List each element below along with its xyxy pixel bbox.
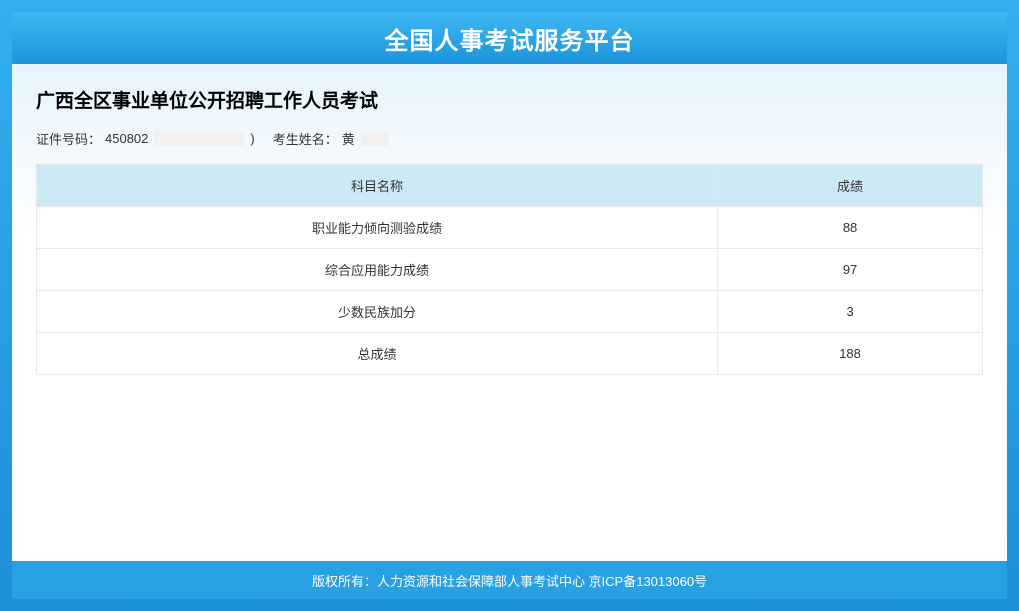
footer-copyright: 版权所有：人力资源和社会保障部人事考试中心 京ICP备13013060号 — [312, 571, 707, 590]
table-row: 少数民族加分 3 — [37, 291, 983, 333]
outer-frame: 全国人事考试服务平台 广西全区事业单位公开招聘工作人员考试 证件号码： 4508… — [0, 0, 1019, 611]
main-content-block: 广西全区事业单位公开招聘工作人员考试 证件号码： 450802 ) 考生姓名： … — [12, 64, 1007, 561]
id-value-suffix: ) — [250, 131, 254, 146]
footer-bar: 版权所有：人力资源和社会保障部人事考试中心 京ICP备13013060号 — [12, 561, 1007, 599]
name-redacted — [361, 131, 389, 146]
header-subject: 科目名称 — [37, 165, 718, 207]
table-header-row: 科目名称 成绩 — [37, 165, 983, 207]
layout-wrapper: 全国人事考试服务平台 广西全区事业单位公开招聘工作人员考试 证件号码： 4508… — [12, 12, 1007, 599]
content-area: 广西全区事业单位公开招聘工作人员考试 证件号码： 450802 ) 考生姓名： … — [12, 64, 1007, 561]
candidate-info-row: 证件号码： 450802 ) 考生姓名： 黄 — [12, 129, 1007, 164]
cell-subject: 综合应用能力成绩 — [37, 249, 718, 291]
score-table: 科目名称 成绩 职业能力倾向测验成绩 88 综合应用能力成绩 97 — [36, 164, 983, 375]
table-row: 综合应用能力成绩 97 — [37, 249, 983, 291]
id-redacted — [154, 131, 244, 146]
cell-score: 3 — [718, 291, 983, 333]
table-row: 职业能力倾向测验成绩 88 — [37, 207, 983, 249]
header-score: 成绩 — [718, 165, 983, 207]
header-banner: 全国人事考试服务平台 — [12, 12, 1007, 64]
cell-subject: 职业能力倾向测验成绩 — [37, 207, 718, 249]
id-label: 证件号码： — [36, 129, 101, 148]
site-title: 全国人事考试服务平台 — [385, 21, 635, 56]
cell-score: 188 — [718, 333, 983, 375]
cell-subject: 少数民族加分 — [37, 291, 718, 333]
name-value: 黄 — [342, 129, 355, 148]
cell-score: 97 — [718, 249, 983, 291]
cell-subject: 总成绩 — [37, 333, 718, 375]
name-label: 考生姓名： — [273, 129, 338, 148]
table-row: 总成绩 188 — [37, 333, 983, 375]
id-value-prefix: 450802 — [105, 131, 148, 146]
exam-title: 广西全区事业单位公开招聘工作人员考试 — [12, 64, 1007, 129]
cell-score: 88 — [718, 207, 983, 249]
